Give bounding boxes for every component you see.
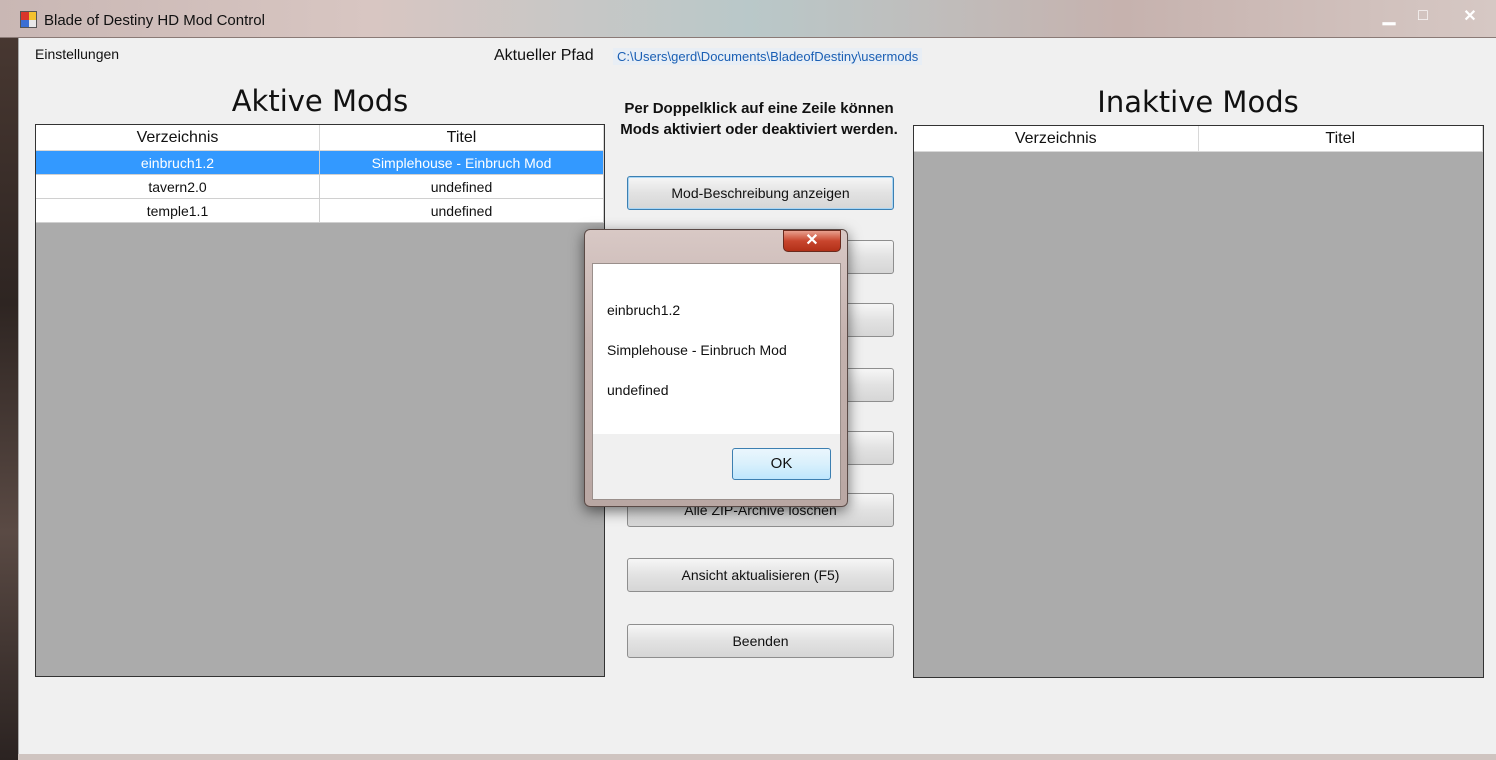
double-click-hint: Per Doppelklick auf eine Zeile können Mo… [620, 100, 898, 138]
column-header-directory[interactable]: Verzeichnis [914, 126, 1199, 151]
refresh-view-button[interactable]: Ansicht aktualisieren (F5) [627, 558, 894, 592]
message-dialog: ✕ einbruch1.2 Simplehouse - Einbruch Mod… [584, 229, 848, 507]
table-row[interactable]: tavern2.0 undefined [36, 175, 604, 199]
cell-directory: einbruch1.2 [36, 151, 320, 174]
dialog-footer: OK [592, 434, 841, 500]
inactive-mods-table[interactable]: Verzeichnis Titel [913, 125, 1484, 678]
window-title: Blade of Destiny HD Mod Control [44, 12, 265, 29]
window-bottom-border [18, 754, 1496, 760]
inactive-mods-heading: Inaktive Mods [1097, 85, 1299, 119]
show-description-button[interactable]: Mod-Beschreibung anzeigen [627, 176, 894, 210]
main-window: Blade of Destiny HD Mod Control ▁ □ ✕ Ei… [0, 0, 1496, 760]
column-header-title[interactable]: Titel [320, 125, 604, 150]
dialog-close-icon[interactable]: ✕ [783, 230, 841, 252]
column-header-directory[interactable]: Verzeichnis [36, 125, 320, 150]
active-mods-heading: Aktive Mods [231, 84, 409, 118]
cell-directory: tavern2.0 [36, 175, 320, 198]
maximize-icon[interactable]: □ [1406, 4, 1440, 28]
dialog-line-title: Simplehouse - Einbruch Mod [607, 342, 787, 358]
dialog-line-description: undefined [607, 382, 669, 398]
path-value[interactable]: C:\Users\gerd\Documents\BladeofDestiny\u… [613, 48, 923, 65]
table-header: Verzeichnis Titel [914, 126, 1483, 152]
menu-settings[interactable]: Einstellungen [35, 46, 119, 62]
column-header-title[interactable]: Titel [1199, 126, 1483, 151]
app-icon[interactable] [20, 11, 37, 28]
table-header: Verzeichnis Titel [36, 125, 604, 151]
dialog-line-directory: einbruch1.2 [607, 302, 681, 318]
cell-title: undefined [320, 199, 604, 222]
close-icon[interactable]: ✕ [1452, 4, 1488, 28]
quit-button[interactable]: Beenden [627, 624, 894, 658]
cell-title: undefined [320, 175, 604, 198]
path-label: Aktueller Pfad [494, 47, 594, 64]
active-mods-table[interactable]: Verzeichnis Titel einbruch1.2 Simplehous… [35, 124, 605, 677]
title-bar[interactable]: Blade of Destiny HD Mod Control ▁ □ ✕ [0, 0, 1496, 38]
table-row[interactable]: einbruch1.2 Simplehouse - Einbruch Mod [36, 151, 604, 175]
minimize-icon[interactable]: ▁ [1372, 4, 1406, 28]
ok-button[interactable]: OK [732, 448, 831, 480]
table-row[interactable]: temple1.1 undefined [36, 199, 604, 223]
dialog-body: einbruch1.2 Simplehouse - Einbruch Mod u… [592, 263, 841, 434]
cell-title: Simplehouse - Einbruch Mod [320, 151, 604, 174]
cell-directory: temple1.1 [36, 199, 320, 222]
